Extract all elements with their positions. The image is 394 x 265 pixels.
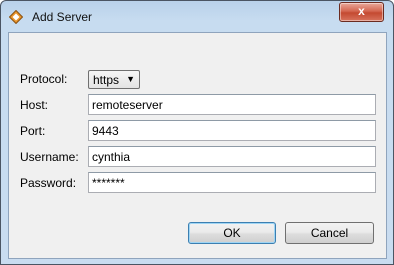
protocol-value: https [93,73,120,87]
password-input[interactable] [88,172,376,193]
dialog-body: Protocol: https ▼ Host: Port: Username: … [8,32,387,259]
port-label: Port: [20,124,46,138]
ok-button[interactable]: OK [188,222,276,244]
username-input[interactable] [88,146,376,167]
cancel-button[interactable]: Cancel [285,222,374,244]
close-button[interactable]: x [339,2,384,22]
protocol-label: Protocol: [20,72,68,86]
protocol-select[interactable]: https ▼ [88,70,140,89]
chevron-down-icon: ▼ [126,74,135,84]
close-icon: x [358,4,365,18]
app-icon [9,10,23,24]
title-bar[interactable]: Add Server x [1,1,393,31]
password-label: Password: [20,176,77,190]
window-title: Add Server [32,10,93,24]
add-server-dialog: Add Server x Protocol: https ▼ Host: Por… [0,0,394,265]
host-input[interactable] [88,94,376,115]
port-input[interactable] [88,120,376,141]
host-label: Host: [20,98,49,112]
username-label: Username: [20,150,79,164]
